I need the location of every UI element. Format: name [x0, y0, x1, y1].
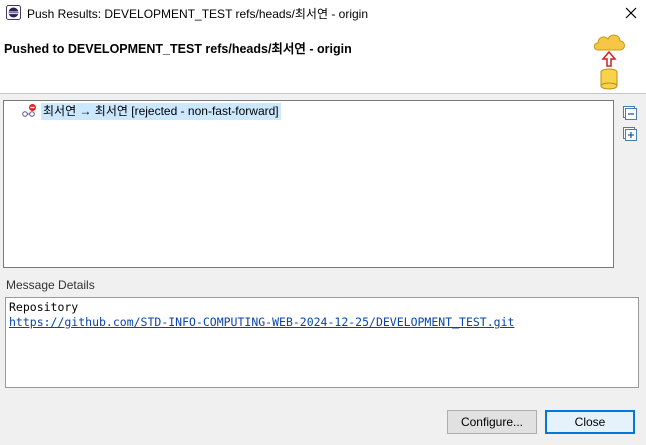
message-repository-line: Repository [9, 300, 79, 314]
close-icon [625, 7, 637, 19]
push-results-tree[interactable]: 최서연 → 최서연 [rejected - non-fast-forward] [3, 100, 614, 268]
tree-item[interactable]: 최서연 → 최서연 [rejected - non-fast-forward] [20, 102, 281, 120]
tree-item-label: 최서연 → 최서연 [rejected - non-fast-forward] [41, 102, 281, 120]
collapse-all-icon [623, 106, 637, 120]
expand-all-button[interactable] [623, 127, 637, 141]
message-details-label: Message Details [6, 278, 95, 292]
message-details-text[interactable]: Repository https://github.com/STD-INFO-C… [5, 297, 639, 388]
window-close-button[interactable] [616, 0, 646, 26]
window-title: Push Results: DEVELOPMENT_TEST refs/head… [27, 7, 369, 21]
rejected-ref-icon [22, 104, 36, 117]
eclipse-app-icon [6, 5, 21, 20]
banner: Pushed to DEVELOPMENT_TEST refs/heads/최서… [0, 26, 646, 94]
push-to-remote-icon [593, 34, 625, 90]
close-button[interactable]: Close [545, 410, 635, 434]
title-bar: Push Results: DEVELOPMENT_TEST refs/head… [0, 0, 646, 26]
expand-all-icon [623, 127, 637, 141]
configure-button[interactable]: Configure... [447, 410, 537, 434]
collapse-all-button[interactable] [623, 106, 637, 120]
repository-url-link[interactable]: https://github.com/STD-INFO-COMPUTING-WE… [9, 315, 635, 330]
banner-heading: Pushed to DEVELOPMENT_TEST refs/heads/최서… [4, 42, 352, 56]
